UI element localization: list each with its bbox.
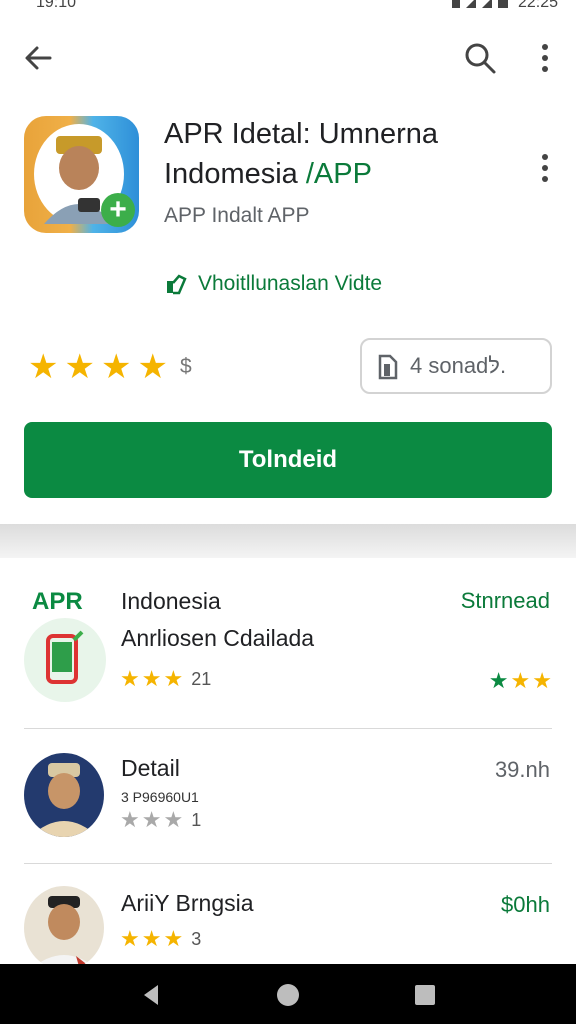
signal-icon bbox=[451, 0, 508, 8]
star-icon: ★ bbox=[120, 926, 140, 951]
nav-home-icon[interactable] bbox=[275, 982, 301, 1008]
star-icon: ★ bbox=[163, 666, 184, 691]
nav-back-icon[interactable] bbox=[138, 982, 164, 1008]
size-label: 4 sonadלּ. bbox=[410, 353, 507, 378]
star-icon: ★ bbox=[488, 668, 509, 693]
status-icons: 22:25 bbox=[451, 0, 558, 12]
list-item-rating: ★ ★ ★ 21 bbox=[120, 668, 211, 690]
star-icon: ★ bbox=[120, 807, 140, 832]
list-item-title: AriiY Brngsia bbox=[121, 890, 254, 916]
more-vert-icon[interactable] bbox=[532, 150, 558, 186]
app-title-accent: /APP bbox=[305, 158, 372, 190]
rating-count: 21 bbox=[191, 668, 212, 689]
star-icon: ★ bbox=[141, 666, 162, 691]
nav-recents-icon[interactable] bbox=[412, 982, 438, 1008]
rating-count: 3 bbox=[191, 928, 202, 949]
star-icon: ★ bbox=[532, 668, 552, 693]
verified-label: Vhoitllunaslan Vidte bbox=[198, 272, 383, 295]
star-icon: ★ bbox=[141, 926, 162, 951]
document-icon bbox=[378, 354, 398, 380]
star-icon: ★ bbox=[120, 666, 140, 691]
list-item[interactable]: Detail 3 P96960U1 ★ ★ ★ 1 39.nh bbox=[0, 729, 576, 863]
app-bar bbox=[0, 22, 576, 92]
list-item-title: Detail bbox=[121, 755, 180, 781]
app-title-line1: APR Idetal: Umnerna bbox=[164, 118, 439, 150]
related-apps-list: APR Indonesia Anrliosen Cdailada ★ ★ ★ 2… bbox=[0, 558, 576, 970]
arrow-back-icon[interactable] bbox=[20, 40, 56, 76]
star-icon: ★ bbox=[141, 807, 162, 832]
install-button[interactable]: Tolndeid bbox=[24, 422, 552, 498]
star-icon: ★ bbox=[163, 807, 184, 832]
status-time: 19:10 bbox=[36, 0, 77, 11]
avatar bbox=[24, 886, 104, 970]
app-title: APR Idetal: Umnerna Indomesia /APP bbox=[164, 114, 524, 194]
rating-suffix: $ bbox=[179, 355, 192, 378]
more-vert-icon[interactable] bbox=[530, 40, 560, 76]
app-icon[interactable]: + bbox=[24, 116, 139, 233]
verified-row: Vhoitllunaslan Vidte bbox=[164, 272, 382, 296]
star-icon: ★ bbox=[64, 348, 95, 386]
status-bar: 19:10 22:25 bbox=[0, 0, 576, 16]
list-item[interactable]: APR Indonesia Anrliosen Cdailada ★ ★ ★ 2… bbox=[0, 558, 576, 728]
developer-name[interactable]: APP Indalt APP bbox=[164, 204, 310, 228]
app-title-main: Indomesia bbox=[164, 158, 306, 190]
star-icon: ★ bbox=[28, 348, 59, 386]
apr-tag: APR bbox=[32, 588, 83, 615]
list-item-action[interactable]: Stnrnead bbox=[461, 588, 550, 614]
system-nav-bar bbox=[0, 964, 576, 1024]
search-icon[interactable] bbox=[462, 40, 498, 76]
status-clock-right: 22:25 bbox=[517, 0, 558, 11]
list-item-right-rating: ★ ★ ★ bbox=[489, 670, 552, 692]
list-item-action[interactable]: $0hh bbox=[501, 892, 550, 918]
phone-icon bbox=[24, 618, 106, 702]
rating-row: ★ ★ ★ ★ $ bbox=[28, 350, 192, 384]
app-title-line2: Indomesia /APP bbox=[164, 154, 524, 194]
shield-check-icon bbox=[167, 274, 187, 295]
list-item[interactable]: AriiY Brngsia ★ ★ ★ 3 $0hh bbox=[0, 864, 576, 970]
star-icon: ★ bbox=[163, 926, 184, 951]
avatar bbox=[24, 753, 104, 837]
app-header-card: + APR Idetal: Umnerna Indomesia /APP APP… bbox=[0, 92, 576, 524]
star-icon: ★ bbox=[510, 668, 531, 693]
list-item-rating: ★ ★ ★ 3 bbox=[120, 928, 201, 950]
section-divider bbox=[0, 524, 576, 558]
list-item-action[interactable]: 39.nh bbox=[495, 757, 550, 783]
size-chip[interactable]: 4 sonadלּ. bbox=[360, 338, 552, 394]
list-item-rating: ★ ★ ★ 1 bbox=[120, 809, 201, 831]
list-item-title: Indonesia bbox=[121, 588, 221, 614]
star-icon: ★ bbox=[100, 348, 132, 386]
plus-icon: + bbox=[101, 193, 135, 227]
star-icon: ★ bbox=[137, 348, 168, 386]
rating-count: 1 bbox=[191, 809, 202, 830]
list-item-subtitle: Anrliosen Cdailada bbox=[121, 625, 315, 651]
list-item-meta: 3 P96960U1 bbox=[121, 789, 199, 805]
